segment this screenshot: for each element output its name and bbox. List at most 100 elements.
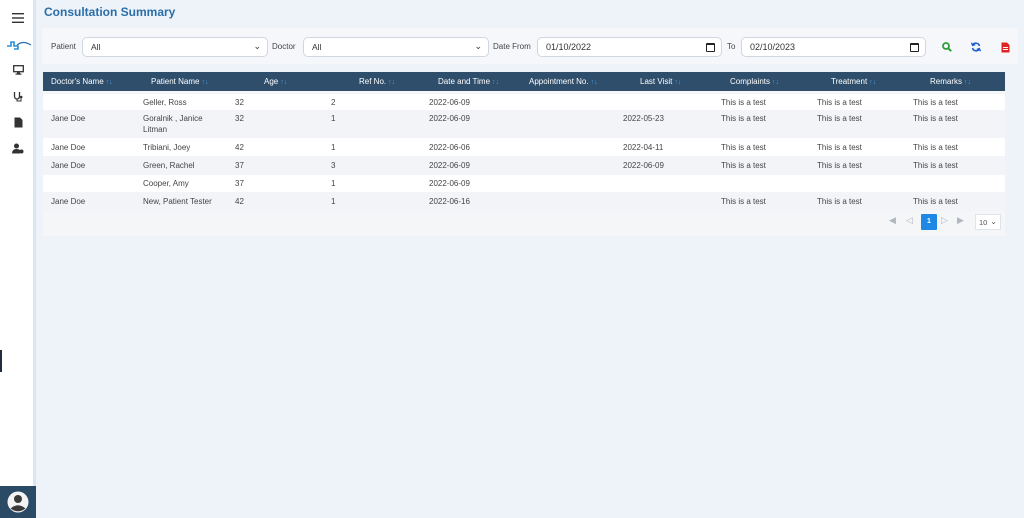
table-cell: 2 [331, 98, 336, 107]
to-label: To [727, 42, 736, 51]
export-pdf-button[interactable] [998, 40, 1012, 54]
calendar-icon[interactable] [910, 43, 919, 52]
sort-icon[interactable]: ↑↓ [674, 79, 681, 86]
column-header[interactable]: Patient Name ↑↓ [151, 77, 208, 86]
sort-icon[interactable]: ↑↓ [106, 79, 113, 86]
table-row[interactable]: Jane Doe New, Patient Tester 42 1 2022-06-16… [43, 192, 1005, 211]
column-header[interactable]: Appointment No. ↑↓ [529, 77, 598, 86]
table-row[interactable]: Jane Doe Goralnik , Janice Litman 32 1 2022-… [43, 110, 1005, 138]
table-cell: This is a test [721, 197, 766, 206]
table-cell: New, Patient Tester [143, 197, 212, 206]
column-header-label: Age [264, 77, 279, 86]
table-cell: This is a test [913, 98, 958, 107]
user-settings-icon[interactable] [9, 140, 27, 156]
table-row[interactable]: Geller, Ross 32 2 2022-06-09 This is a test T… [43, 94, 1005, 110]
patient-select[interactable]: All ⌄ [82, 37, 268, 57]
date-from-label: Date From [493, 42, 531, 51]
date-to-input[interactable]: 02/10/2023 [741, 37, 926, 57]
table-cell: Tribiani, Joey [143, 143, 191, 152]
table-cell: Cooper, Amy [143, 179, 189, 188]
table-cell: Jane Doe [51, 114, 86, 123]
chevron-down-icon: ⌄ [990, 217, 997, 226]
pdf-icon [1001, 42, 1009, 52]
table-cell: 1 [331, 114, 336, 123]
column-header[interactable]: Date and Time ↑↓ [438, 77, 499, 86]
date-from-value: 01/10/2022 [546, 42, 592, 52]
stethoscope-icon[interactable] [9, 88, 27, 104]
column-header-label: Treatment [831, 77, 868, 86]
table-cell: Goralnik , Janice Litman [143, 114, 203, 134]
column-header[interactable]: Doctor's Name ↑↓ [51, 77, 113, 86]
table-row[interactable]: Jane Doe Green, Rachel 37 3 2022-06-09 2022-0… [43, 156, 1005, 175]
page-size-value: 10 [979, 218, 988, 227]
monitor-icon[interactable] [9, 62, 27, 78]
page-title: Consultation Summary [44, 5, 176, 19]
table-cell: 2022-06-16 [429, 197, 470, 206]
table-cell: This is a test [721, 143, 766, 152]
table-cell: 1 [331, 197, 336, 206]
doctor-select[interactable]: All ⌄ [303, 37, 489, 57]
table-cell: Green, Rachel [143, 161, 195, 170]
table-cell: Jane Doe [51, 143, 86, 152]
date-from-input[interactable]: 01/10/2022 [537, 37, 722, 57]
refresh-button[interactable] [969, 40, 983, 54]
avatar[interactable] [0, 486, 36, 518]
table-cell: 3 [331, 161, 336, 170]
sidebar [0, 0, 36, 518]
calendar-icon[interactable] [706, 43, 715, 52]
doctor-select-value: All [312, 42, 322, 52]
column-header[interactable]: Remarks ↑↓ [930, 77, 971, 86]
sort-icon[interactable]: ↑↓ [201, 79, 208, 86]
sort-icon[interactable]: ↑↓ [772, 79, 779, 86]
sort-icon[interactable]: ↑↓ [964, 79, 971, 86]
table-cell: 1 [331, 143, 336, 152]
next-page-icon[interactable]: ▷ [941, 215, 948, 226]
table-cell: 37 [235, 179, 244, 188]
table-cell: This is a test [721, 98, 766, 107]
document-icon[interactable] [9, 114, 27, 130]
table-cell: 1 [331, 179, 336, 188]
chevron-down-icon: ⌄ [474, 41, 482, 51]
sort-icon[interactable]: ↑↓ [388, 79, 395, 86]
sort-icon[interactable]: ↑↓ [869, 79, 876, 86]
table-row[interactable]: Cooper, Amy 37 1 2022-06-09 [43, 175, 1005, 192]
sidebar-active-indicator [0, 350, 2, 372]
table-cell: 2022-04-11 [623, 143, 664, 152]
table-cell: 2022-06-09 [429, 114, 470, 123]
first-page-icon[interactable]: ◀ [889, 215, 896, 226]
table-cell: This is a test [913, 114, 958, 123]
menu-icon[interactable] [9, 10, 27, 26]
column-header-label: Remarks [930, 77, 963, 86]
main-content: Consultation Summary Patient All ⌄ Docto… [36, 0, 1024, 518]
search-icon [942, 42, 952, 52]
sort-icon[interactable]: ↑↓ [492, 79, 499, 86]
column-header[interactable]: Age ↑↓ [264, 77, 287, 86]
column-header-label: Complaints [730, 77, 771, 86]
sort-icon[interactable]: ↑↓ [280, 79, 287, 86]
table-cell: This is a test [817, 143, 862, 152]
table-cell: 2022-06-09 [623, 161, 664, 170]
column-header[interactable]: Last Visit ↑↓ [640, 77, 681, 86]
table-cell: This is a test [721, 114, 766, 123]
table-header: Doctor's Name ↑↓ Patient Name ↑↓ Age ↑↓ Ref No… [43, 72, 1005, 91]
prev-page-icon[interactable]: ◁ [906, 215, 913, 226]
column-header[interactable]: Complaints ↑↓ [730, 77, 779, 86]
logo-icon[interactable] [5, 37, 33, 53]
table-cell: 2022-06-06 [429, 143, 470, 152]
table-cell: This is a test [913, 197, 958, 206]
page-size-select[interactable]: 10 ⌄ [975, 214, 1001, 230]
table-cell: Jane Doe [51, 161, 86, 170]
avatar-icon [7, 491, 29, 513]
column-header[interactable]: Ref No. ↑↓ [359, 77, 395, 86]
sort-icon[interactable]: ↑↓ [591, 79, 598, 86]
date-to-value: 02/10/2023 [750, 42, 796, 52]
table-cell: This is a test [913, 143, 958, 152]
last-page-icon[interactable]: ▶ [957, 215, 964, 226]
column-header-label: Last Visit [640, 77, 673, 86]
table-cell: 37 [235, 161, 244, 170]
table-row[interactable]: Jane Doe Tribiani, Joey 42 1 2022-06-06 2022-… [43, 138, 1005, 156]
search-button[interactable] [940, 40, 954, 54]
table-cell: 32 [235, 114, 244, 123]
column-header[interactable]: Treatment ↑↓ [831, 77, 876, 86]
current-page-button[interactable]: 1 [921, 214, 937, 230]
